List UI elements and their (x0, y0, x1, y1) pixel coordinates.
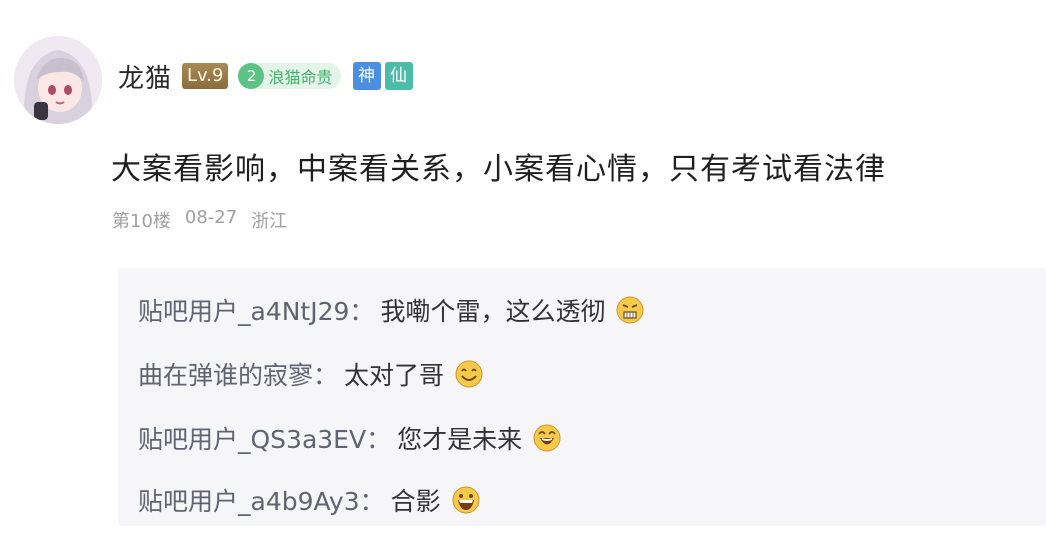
post-location: 浙江 (251, 211, 288, 232)
reply-separator: ： (359, 487, 385, 516)
reply-text: 我嘞个雷，这么透彻 (380, 297, 606, 326)
reply-username[interactable]: 曲在弹谁的寂寥 (138, 356, 313, 392)
reply-username[interactable]: 贴吧用户_a4NtJ29 (138, 292, 349, 328)
laugh-emoji-icon (533, 424, 561, 452)
reply-item[interactable]: 贴吧用户_a4b9Ay3 ： 合影 (138, 482, 481, 518)
reply-separator: ： (313, 361, 339, 390)
title-badge: 2 浪猫命贵 (238, 63, 341, 89)
grimace-emoji-icon (616, 296, 644, 324)
tag-shen: 神 (352, 62, 381, 90)
reply-separator: ： (349, 297, 375, 326)
post-content: 大案看影响，中案看关系，小案看心情，只有考试看法律 (111, 152, 886, 187)
reply-separator: ： (366, 425, 392, 454)
reply-item[interactable]: 贴吧用户_QS3a3EV ： 您才是未来 (138, 420, 562, 456)
reply-username[interactable]: 贴吧用户_a4b9Ay3 (138, 482, 360, 518)
reply-item[interactable]: 曲在弹谁的寂寥 ： 太对了哥 (138, 356, 484, 392)
avatar-image (14, 36, 102, 124)
reply-username[interactable]: 贴吧用户_QS3a3EV (138, 420, 366, 456)
title-badge-number: 2 (238, 63, 265, 89)
reply-item[interactable]: 贴吧用户_a4NtJ29 ： 我嘞个雷，这么透彻 (138, 292, 645, 328)
grin-emoji-icon (452, 486, 480, 514)
post-date: 08-27 (184, 207, 238, 228)
username[interactable]: 龙猫 (118, 58, 172, 95)
tag-xian: 仙 (384, 62, 413, 90)
title-badge-text: 浪猫命贵 (268, 68, 333, 87)
floor-number: 第10楼 (112, 211, 171, 232)
reply-text: 合影 (390, 487, 441, 516)
post-card: 龙猫 Lv.9 2 浪猫命贵 神 仙 大案看影响，中案看关系，小案看心情，只有考… (0, 0, 1046, 538)
level-badge: Lv.9 (182, 63, 229, 89)
smile-emoji-icon (455, 360, 483, 388)
avatar[interactable] (14, 36, 102, 124)
reply-text: 您才是未来 (397, 425, 523, 454)
post-meta: 第10楼 08-27 浙江 (112, 207, 301, 233)
reply-list: 贴吧用户_a4NtJ29 ： 我嘞个雷，这么透彻 曲在弹谁的寂寥 ： 太对了哥 … (118, 268, 1046, 526)
post-header: 龙猫 Lv.9 2 浪猫命贵 神 仙 (118, 56, 417, 96)
reply-text: 太对了哥 (344, 361, 445, 390)
